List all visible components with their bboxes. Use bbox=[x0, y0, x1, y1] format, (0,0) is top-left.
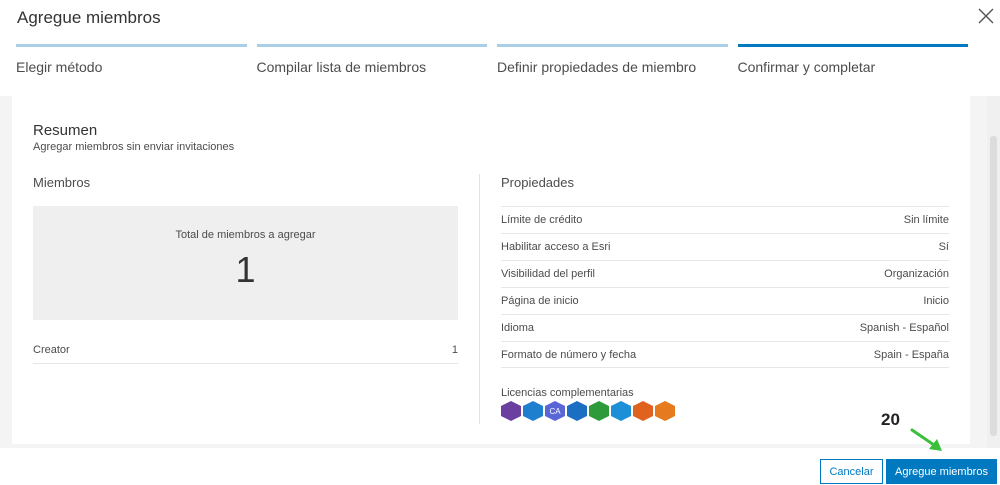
property-row: Página de inicio Inicio bbox=[501, 287, 949, 314]
step-compile-list[interactable]: Compilar lista de miembros bbox=[256, 44, 487, 75]
total-members-label: Total de miembros a agregar bbox=[175, 229, 316, 241]
property-value: Organización bbox=[884, 268, 949, 280]
property-label: Formato de número y fecha bbox=[501, 348, 637, 361]
property-label: Visibilidad del perfil bbox=[501, 268, 595, 280]
summary-subtitle: Agregar miembros sin enviar invitaciones bbox=[33, 141, 235, 153]
cancel-button[interactable]: Cancelar bbox=[820, 459, 883, 484]
property-value: Inicio bbox=[923, 295, 949, 307]
property-value: Sin límite bbox=[903, 214, 949, 226]
scrollbar[interactable] bbox=[987, 96, 1000, 448]
member-type-label: Creator bbox=[33, 344, 70, 356]
add-members-button[interactable]: Agregue miembros bbox=[886, 459, 997, 484]
drone-license-icon bbox=[589, 401, 609, 421]
property-row: Límite de crédito Sin límite bbox=[501, 206, 949, 233]
summary-title: Resumen bbox=[33, 122, 98, 139]
globe-license-icon bbox=[567, 401, 587, 421]
license-icons: CA bbox=[501, 401, 675, 421]
property-row: Formato de número y fecha Spain - España bbox=[501, 341, 949, 368]
property-label: Habilitar acceso a Esri bbox=[501, 241, 611, 253]
member-type-row: Creator 1 bbox=[33, 338, 458, 364]
property-label: Límite de crédito bbox=[501, 214, 583, 226]
properties-list: Límite de crédito Sin límite Habilitar ac… bbox=[501, 206, 949, 368]
step-define-properties[interactable]: Definir propiedades de miembro bbox=[497, 44, 728, 75]
scrollbar-thumb[interactable] bbox=[990, 136, 997, 436]
step-number-annotation: 20 bbox=[881, 410, 900, 429]
image-license-icon bbox=[611, 401, 631, 421]
step-choose-method[interactable]: Elegir método bbox=[16, 44, 247, 75]
properties-heading: Propiedades bbox=[501, 175, 574, 190]
navigator-license-icon bbox=[655, 401, 675, 421]
wizard-steps: Elegir método Compilar lista de miembros… bbox=[16, 44, 968, 75]
pin-license-icon bbox=[523, 401, 543, 421]
property-label: Idioma bbox=[501, 322, 535, 334]
total-members-value: 1 bbox=[235, 249, 256, 290]
member-type-count: 1 bbox=[451, 344, 458, 356]
compass-license-icon bbox=[501, 401, 521, 421]
licenses-label: Licencias complementarias bbox=[501, 387, 634, 399]
column-divider bbox=[479, 174, 480, 424]
property-value: Spain - España bbox=[873, 348, 949, 361]
property-value: Spanish - Español bbox=[859, 322, 949, 334]
summary-card: Resumen Agregar miembros sin enviar invi… bbox=[12, 96, 970, 444]
property-row: Visibilidad del perfil Organización bbox=[501, 260, 949, 287]
dialog-title: Agregue miembros bbox=[17, 8, 161, 27]
forms-license-icon bbox=[633, 401, 653, 421]
ca-license-icon: CA bbox=[545, 401, 565, 421]
property-label: Página de inicio bbox=[501, 295, 579, 307]
property-row: Idioma Spanish - Español bbox=[501, 314, 949, 341]
total-members-box: Total de miembros a agregar 1 bbox=[33, 206, 458, 320]
property-value: Sí bbox=[938, 241, 949, 253]
add-members-dialog: Agregue miembros Elegir método Compilar … bbox=[0, 0, 1000, 485]
close-icon[interactable] bbox=[976, 6, 996, 26]
pointer-arrow-icon bbox=[910, 428, 942, 451]
property-row: Habilitar acceso a Esri Sí bbox=[501, 233, 949, 260]
step-confirm-complete[interactable]: Confirmar y completar bbox=[737, 44, 968, 75]
members-heading: Miembros bbox=[33, 175, 91, 190]
